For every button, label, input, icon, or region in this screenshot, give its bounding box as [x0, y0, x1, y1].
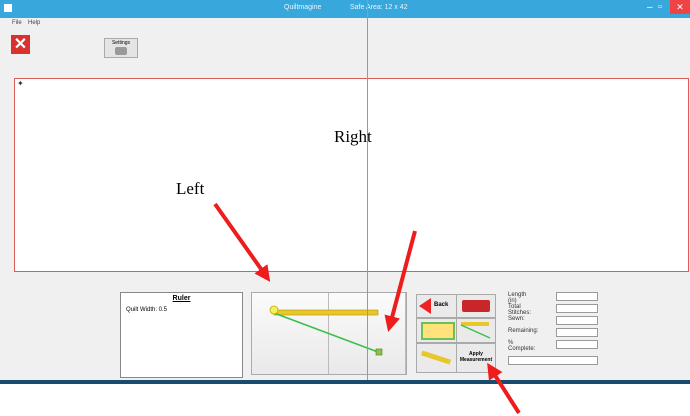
gear-icon [115, 47, 127, 55]
ruler-diagonal-icon [460, 322, 491, 339]
apply-measurement-label: Apply Measurement [459, 351, 493, 363]
field-label: Sewn: [508, 316, 525, 322]
taskbar [0, 380, 690, 384]
ruler-tool-button[interactable] [416, 343, 457, 373]
ruler-title: Ruler [172, 295, 191, 302]
back-arrow-icon [419, 298, 431, 314]
window-title: Quiltmagine [284, 4, 322, 11]
remaining-input[interactable] [556, 328, 598, 337]
menu-file[interactable]: File [12, 20, 22, 26]
menu-help[interactable]: Help [28, 20, 40, 26]
total-stitches-input[interactable] [556, 304, 598, 313]
field-label: Remaining: [508, 328, 539, 334]
settings-label: Settings [111, 40, 131, 46]
minimize-button[interactable]: – [647, 2, 653, 13]
ruler-icon [420, 350, 452, 365]
percent-complete-input[interactable] [556, 340, 598, 349]
annotation-left: Left [176, 179, 205, 198]
straight-ruler-button[interactable] [416, 318, 457, 343]
apply-measurement-button[interactable]: Apply Measurement [456, 343, 496, 373]
sewn-input[interactable] [556, 316, 598, 325]
field-label: % Complete: [508, 340, 536, 352]
menu-bar: File Help [0, 18, 690, 30]
title-bar: Quiltmagine Safe Area: 12 x 42 – ▫ ✕ [0, 0, 690, 18]
settings-button[interactable]: Settings [104, 38, 138, 58]
length-input[interactable] [556, 292, 598, 301]
quilt-area[interactable]: ✦ [14, 78, 689, 272]
ruler-diagram-icon [269, 305, 383, 356]
back-label: Back [434, 302, 449, 308]
ruler-square-icon [421, 322, 455, 340]
quilt-width-label: Quilt Width: 0.5 [126, 307, 168, 313]
ruler-panel: Ruler Quilt Width: 0.5 [120, 292, 243, 378]
clear-button[interactable] [456, 294, 496, 318]
back-button[interactable]: Back [416, 294, 457, 318]
field-label: Total Stitches: [508, 304, 532, 316]
progress-bar [508, 356, 598, 365]
diagonal-ruler-button[interactable] [456, 318, 496, 343]
field-label: Length (in) [508, 292, 527, 304]
toolbox-icon [462, 300, 490, 312]
app-icon [4, 4, 12, 12]
close-project-button[interactable]: ✕ [11, 35, 30, 54]
center-guide-line [367, 0, 368, 380]
annotation-right: Right [334, 127, 372, 146]
origin-marker-icon: ✦ [17, 79, 24, 88]
close-window-button[interactable]: ✕ [670, 0, 690, 14]
ruler-mode-group [251, 292, 407, 375]
maximize-button[interactable]: ▫ [658, 1, 662, 13]
safe-area-label: Safe Area: 12 x 42 [350, 4, 408, 11]
